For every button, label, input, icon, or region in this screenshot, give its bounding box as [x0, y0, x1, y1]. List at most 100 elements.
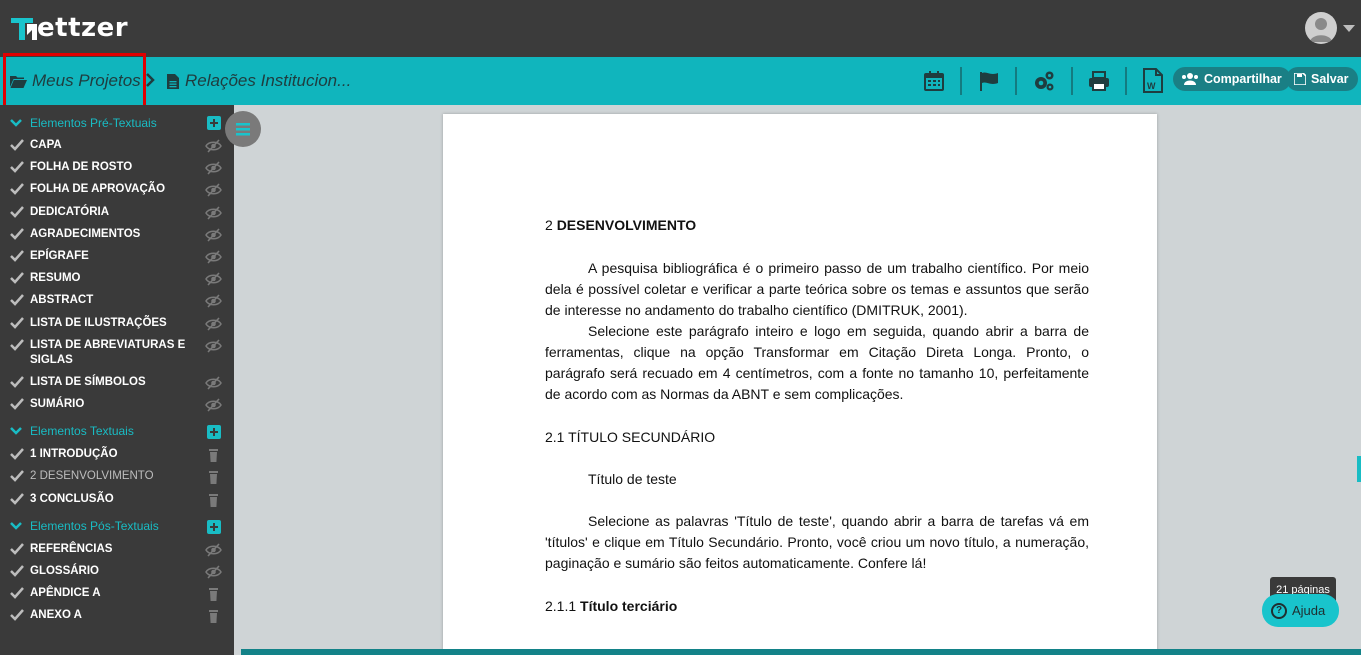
sidebar-item-label: APÊNDICE A: [30, 587, 101, 599]
word-export-icon[interactable]: W: [1142, 68, 1164, 93]
trash-icon[interactable]: [205, 448, 222, 462]
app-name: ettzer: [37, 13, 129, 43]
eye-slash-icon[interactable]: [205, 339, 222, 353]
eye-slash-icon[interactable]: [205, 250, 222, 264]
paragraph-2[interactable]: Selecione este parágrafo inteiro e logo …: [545, 321, 1089, 405]
annotation-highlight-box: [3, 53, 146, 111]
app-logo[interactable]: ettzer: [9, 12, 128, 44]
top-bar: ettzer: [0, 0, 1361, 57]
sidebar-item[interactable]: 1 INTRODUÇÃO: [10, 447, 200, 462]
users-icon: [1182, 73, 1198, 85]
section-title: Elementos Pré-Textuais: [30, 116, 157, 130]
side-tab[interactable]: [1357, 456, 1361, 482]
eye-slash-icon[interactable]: [205, 317, 222, 331]
check-icon: [10, 565, 24, 577]
menu-icon: [236, 123, 250, 136]
eye-slash-icon[interactable]: [205, 183, 222, 197]
paragraph-1[interactable]: A pesquisa bibliográfica é o primeiro pa…: [545, 258, 1089, 321]
settings-icon[interactable]: [1033, 70, 1055, 92]
eye-slash-icon[interactable]: [205, 161, 222, 175]
flag-icon[interactable]: [978, 70, 1000, 92]
add-post-textual-button[interactable]: [207, 520, 221, 534]
eye-slash-icon[interactable]: [205, 206, 222, 220]
sidebar-item-label: EPÍGRAFE: [30, 250, 89, 262]
eye-slash-icon[interactable]: [205, 294, 222, 308]
toolbar-divider: [1125, 67, 1127, 95]
sidebar-item-label: FOLHA DE APROVAÇÃO: [30, 183, 166, 195]
sidebar-item[interactable]: FOLHA DE ROSTO: [10, 160, 200, 175]
sidebar-item-label: REFERÊNCIAS: [30, 543, 113, 555]
tertiary-heading[interactable]: 2.1.1 Título terciário: [545, 596, 1089, 617]
eye-slash-icon[interactable]: [205, 543, 222, 557]
sidebar-item[interactable]: AGRADECIMENTOS: [10, 227, 200, 242]
document-page[interactable]: 2 DESENVOLVIMENTO A pesquisa bibliográfi…: [443, 114, 1157, 655]
sidebar-item[interactable]: ABSTRACT: [10, 293, 200, 308]
breadcrumb-document[interactable]: Relações Institucion...: [167, 57, 351, 105]
document-icon: [167, 73, 179, 89]
sidebar-item-label: CAPA: [30, 139, 62, 151]
sidebar-item[interactable]: LISTA DE SÍMBOLOS: [10, 375, 200, 390]
share-button-label: Compartilhar: [1204, 72, 1282, 86]
user-avatar[interactable]: [1305, 12, 1337, 44]
sidebar-item[interactable]: EPÍGRAFE: [10, 249, 200, 264]
eye-slash-icon[interactable]: [205, 272, 222, 286]
paragraph-3[interactable]: Título de teste: [545, 469, 1089, 490]
toolbar: Meus Projetos Relações Institucion... W …: [0, 57, 1361, 105]
eye-slash-icon[interactable]: [205, 376, 222, 390]
user-menu-caret-icon[interactable]: [1343, 25, 1355, 32]
toolbar-divider: [1015, 67, 1017, 95]
sidebar-item-label: FOLHA DE ROSTO: [30, 161, 133, 173]
eye-slash-icon[interactable]: [205, 565, 222, 579]
sidebar-item[interactable]: 3 CONCLUSÃO: [10, 492, 200, 507]
sidebar-item-label: ANEXO A: [30, 609, 82, 621]
sidebar-item[interactable]: LISTA DE ILUSTRAÇÕES: [10, 316, 200, 331]
calendar-icon[interactable]: [923, 70, 945, 92]
chevron-right-icon: [146, 71, 155, 92]
print-icon[interactable]: [1088, 70, 1110, 92]
help-button[interactable]: ? Ajuda: [1262, 594, 1339, 627]
trash-icon[interactable]: [205, 587, 222, 601]
chapter-number: 2: [545, 217, 553, 233]
horizontal-scrollbar[interactable]: [241, 649, 1361, 655]
secondary-heading[interactable]: 2.1 TÍTULO SECUNDÁRIO: [545, 427, 1089, 448]
tertiary-number: 2.1.1: [545, 598, 577, 614]
chevron-down-icon: [10, 522, 22, 530]
sidebar-item[interactable]: REFERÊNCIAS: [10, 542, 200, 557]
sidebar-item[interactable]: GLOSSÁRIO: [10, 564, 200, 579]
eye-slash-icon[interactable]: [205, 228, 222, 242]
sidebar-item[interactable]: ANEXO A: [10, 608, 200, 623]
sidebar-item-label: LISTA DE SÍMBOLOS: [30, 376, 146, 388]
check-icon: [10, 543, 24, 555]
toggle-sidebar-button[interactable]: [225, 111, 261, 147]
section-title: Elementos Textuais: [30, 424, 134, 438]
trash-icon[interactable]: [205, 470, 222, 484]
sidebar-item[interactable]: FOLHA DE APROVAÇÃO: [10, 182, 200, 197]
trash-icon[interactable]: [205, 493, 222, 507]
paragraph-4[interactable]: Selecione as palavras 'Título de teste',…: [545, 511, 1089, 574]
add-pre-textual-button[interactable]: [207, 116, 221, 130]
section-title: Elementos Pós-Textuais: [30, 519, 159, 533]
eye-slash-icon[interactable]: [205, 139, 222, 153]
section-header-textual[interactable]: Elementos Textuais: [10, 423, 134, 439]
share-button[interactable]: Compartilhar: [1173, 67, 1291, 91]
eye-slash-icon[interactable]: [205, 398, 222, 412]
add-textual-button[interactable]: [207, 425, 221, 439]
sidebar-item[interactable]: APÊNDICE A: [10, 586, 200, 601]
check-icon: [10, 183, 24, 195]
tertiary-title: Título terciário: [580, 598, 678, 614]
sidebar-item[interactable]: SUMÁRIO: [10, 397, 200, 412]
save-button[interactable]: Salvar: [1286, 67, 1358, 91]
check-icon: [10, 161, 24, 173]
sidebar-item[interactable]: CAPA: [10, 138, 200, 153]
sidebar-item[interactable]: DEDICATÓRIA: [10, 205, 200, 220]
check-icon: [10, 250, 24, 262]
chapter-heading[interactable]: 2 DESENVOLVIMENTO: [545, 215, 1089, 236]
sidebar-item-label: ABSTRACT: [30, 294, 94, 306]
sidebar-item[interactable]: LISTA DE ABREVIATURAS E SIGLAS: [10, 338, 200, 368]
trash-icon[interactable]: [205, 609, 222, 623]
section-header-post-textual[interactable]: Elementos Pós-Textuais: [10, 518, 159, 534]
sidebar-item[interactable]: 2 DESENVOLVIMENTO: [10, 469, 200, 484]
sidebar-item-label: SUMÁRIO: [30, 398, 85, 410]
section-header-pre-textual[interactable]: Elementos Pré-Textuais: [10, 115, 157, 131]
sidebar-item[interactable]: RESUMO: [10, 271, 200, 286]
